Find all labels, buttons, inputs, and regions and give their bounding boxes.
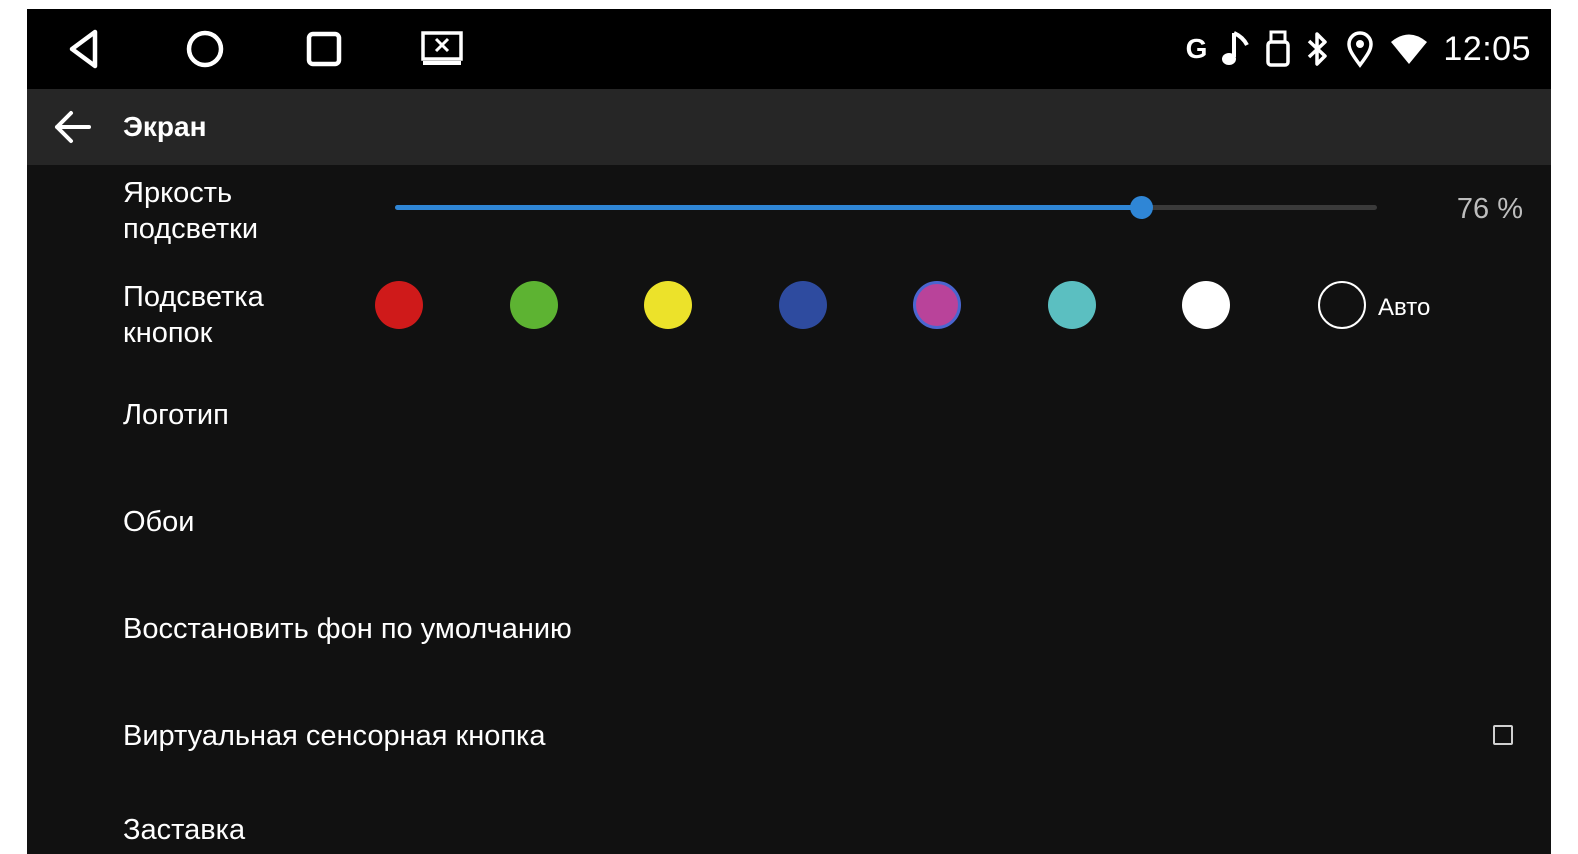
- auto-color-label[interactable]: Авто: [1378, 294, 1430, 322]
- google-icon: G: [1185, 33, 1208, 64]
- arrow-left-icon[interactable]: [53, 109, 93, 145]
- brightness-label-line1: Яркость: [123, 177, 233, 209]
- button-backlight-label-line1: Подсветка: [123, 281, 264, 313]
- color-swatch-blue[interactable]: [779, 281, 827, 329]
- auto-color-radio[interactable]: [1318, 281, 1366, 329]
- toolbar: Экран: [27, 89, 1551, 165]
- bluetooth-icon: [1308, 32, 1328, 66]
- color-swatch-magenta[interactable]: [913, 281, 961, 329]
- setting-restore-default-background[interactable]: Восстановить фон по умолчанию: [123, 611, 572, 647]
- status-indicators: G 12:05: [1186, 27, 1531, 71]
- brightness-label: Яркость подсветки: [123, 175, 258, 247]
- virtual-touch-button-checkbox[interactable]: [1493, 725, 1513, 745]
- brightness-slider-fill: [395, 205, 1142, 210]
- home-circle-icon[interactable]: [183, 27, 227, 71]
- screen-close-icon[interactable]: [420, 27, 464, 71]
- color-swatch-yellow[interactable]: [644, 281, 692, 329]
- setting-wallpaper[interactable]: Обои: [123, 504, 195, 540]
- brightness-slider[interactable]: [395, 196, 1377, 219]
- button-backlight-label-line2: кнопок: [123, 317, 213, 349]
- music-note-icon: [1222, 31, 1250, 65]
- back-triangle-icon[interactable]: [63, 27, 107, 71]
- brightness-label-line2: подсветки: [123, 213, 259, 245]
- setting-virtual-touch-button[interactable]: Виртуальная сенсорная кнопка: [123, 718, 546, 754]
- wifi-icon: [1391, 34, 1428, 64]
- brightness-value: 76 %: [1456, 193, 1523, 225]
- page-title: Экран: [123, 111, 207, 142]
- setting-logo[interactable]: Логотип: [123, 397, 229, 433]
- status-bar: G 12:05: [27, 9, 1551, 89]
- recents-square-icon[interactable]: [302, 27, 346, 71]
- color-swatch-green[interactable]: [510, 281, 558, 329]
- android-settings-screen: G 12:05 Экран Яркость подсветки 76 % Под…: [27, 9, 1551, 854]
- brightness-slider-thumb[interactable]: [1130, 196, 1154, 219]
- color-swatch-cyan[interactable]: [1048, 281, 1096, 329]
- color-swatch-white[interactable]: [1182, 281, 1230, 329]
- color-swatch-red[interactable]: [375, 281, 423, 329]
- setting-screensaver[interactable]: Заставка: [123, 812, 245, 848]
- usb-icon: [1266, 30, 1291, 67]
- button-backlight-label: Подсветка кнопок: [123, 279, 264, 351]
- location-icon: [1347, 31, 1374, 68]
- clock: 12:05: [1443, 29, 1531, 68]
